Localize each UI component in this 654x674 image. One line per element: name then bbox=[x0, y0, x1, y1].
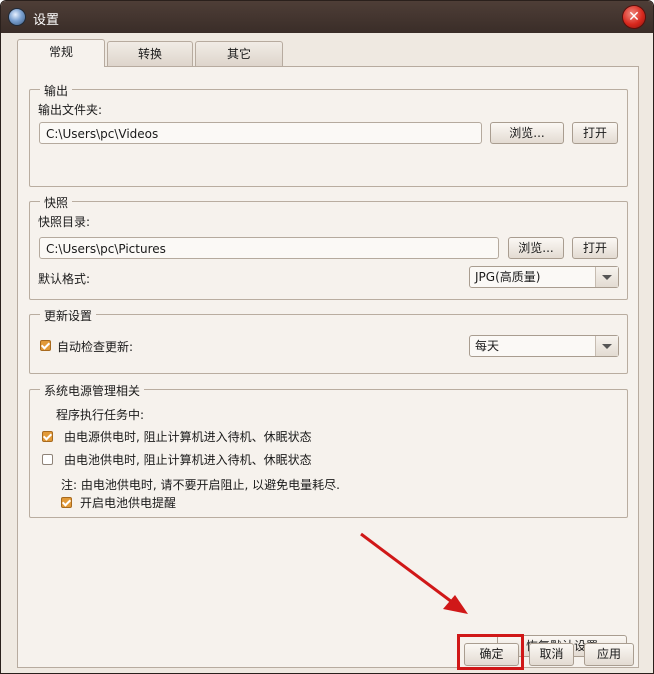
tab-general[interactable]: 常规 bbox=[17, 39, 105, 67]
output-browse-button[interactable]: 浏览... bbox=[490, 122, 564, 144]
settings-window: 设置 ✕ 常规 转换 其它 输出 输出文件夹: C:\Users\pc\Vide… bbox=[0, 0, 654, 674]
power-battery-checkbox[interactable] bbox=[42, 454, 53, 465]
snapshot-open-button[interactable]: 打开 bbox=[572, 237, 618, 259]
client-area: 常规 转换 其它 输出 输出文件夹: C:\Users\pc\Videos 浏览… bbox=[1, 33, 653, 673]
apply-button[interactable]: 应用 bbox=[584, 643, 634, 666]
tab-other[interactable]: 其它 bbox=[195, 41, 283, 67]
snapshot-browse-button[interactable]: 浏览... bbox=[508, 237, 564, 259]
power-legend: 系统电源管理相关 bbox=[40, 382, 145, 399]
tab-panel-general: 输出 输出文件夹: C:\Users\pc\Videos 浏览... 打开 快照… bbox=[17, 66, 639, 668]
power-ac-checkbox[interactable] bbox=[42, 431, 53, 442]
ok-highlight-box bbox=[457, 634, 524, 670]
app-icon bbox=[9, 9, 25, 25]
snapshot-legend: 快照 bbox=[40, 194, 73, 211]
output-open-button[interactable]: 打开 bbox=[572, 122, 618, 144]
power-note: 注: 由电池供电时, 请不要开启阻止, 以避免电量耗尽. bbox=[61, 478, 340, 492]
output-legend: 输出 bbox=[40, 82, 73, 99]
update-frequency-value: 每天 bbox=[475, 339, 500, 353]
output-folder-label: 输出文件夹: bbox=[38, 103, 103, 117]
snapshot-group: 快照 快照目录: C:\Users\pc\Pictures 浏览... 打开 默… bbox=[29, 194, 628, 300]
output-folder-field[interactable]: C:\Users\pc\Videos bbox=[39, 122, 482, 144]
power-group: 系统电源管理相关 程序执行任务中: 由电源供电时, 阻止计算机进入待机、休眠状态… bbox=[29, 382, 628, 518]
snapshot-format-select[interactable]: JPG(高质量) bbox=[469, 266, 619, 288]
power-task-label: 程序执行任务中: bbox=[56, 408, 145, 422]
snapshot-dir-label: 快照目录: bbox=[38, 215, 91, 229]
power-ac-label: 由电源供电时, 阻止计算机进入待机、休眠状态 bbox=[64, 430, 312, 444]
snapshot-dir-field[interactable]: C:\Users\pc\Pictures bbox=[39, 237, 499, 259]
battery-alert-label: 开启电池供电提醒 bbox=[80, 496, 177, 510]
snapshot-format-label: 默认格式: bbox=[38, 272, 91, 286]
tab-convert[interactable]: 转换 bbox=[107, 41, 193, 67]
chevron-down-icon bbox=[595, 267, 618, 287]
chevron-down-icon bbox=[595, 336, 618, 356]
output-group: 输出 输出文件夹: C:\Users\pc\Videos 浏览... 打开 bbox=[29, 82, 628, 187]
close-icon: ✕ bbox=[628, 9, 640, 25]
update-group: 更新设置 自动检查更新: 每天 bbox=[29, 307, 628, 374]
title-bar: 设置 ✕ bbox=[1, 1, 653, 33]
battery-alert-checkbox[interactable] bbox=[61, 497, 72, 508]
window-title: 设置 bbox=[33, 13, 60, 28]
cancel-button[interactable]: 取消 bbox=[529, 643, 574, 666]
auto-check-update-label: 自动检查更新: bbox=[57, 340, 134, 354]
update-legend: 更新设置 bbox=[40, 307, 97, 324]
auto-check-update-checkbox[interactable] bbox=[40, 340, 51, 351]
snapshot-format-value: JPG(高质量) bbox=[475, 270, 541, 284]
close-button[interactable]: ✕ bbox=[623, 6, 645, 28]
update-frequency-select[interactable]: 每天 bbox=[469, 335, 619, 357]
power-battery-label: 由电池供电时, 阻止计算机进入待机、休眠状态 bbox=[64, 453, 312, 467]
